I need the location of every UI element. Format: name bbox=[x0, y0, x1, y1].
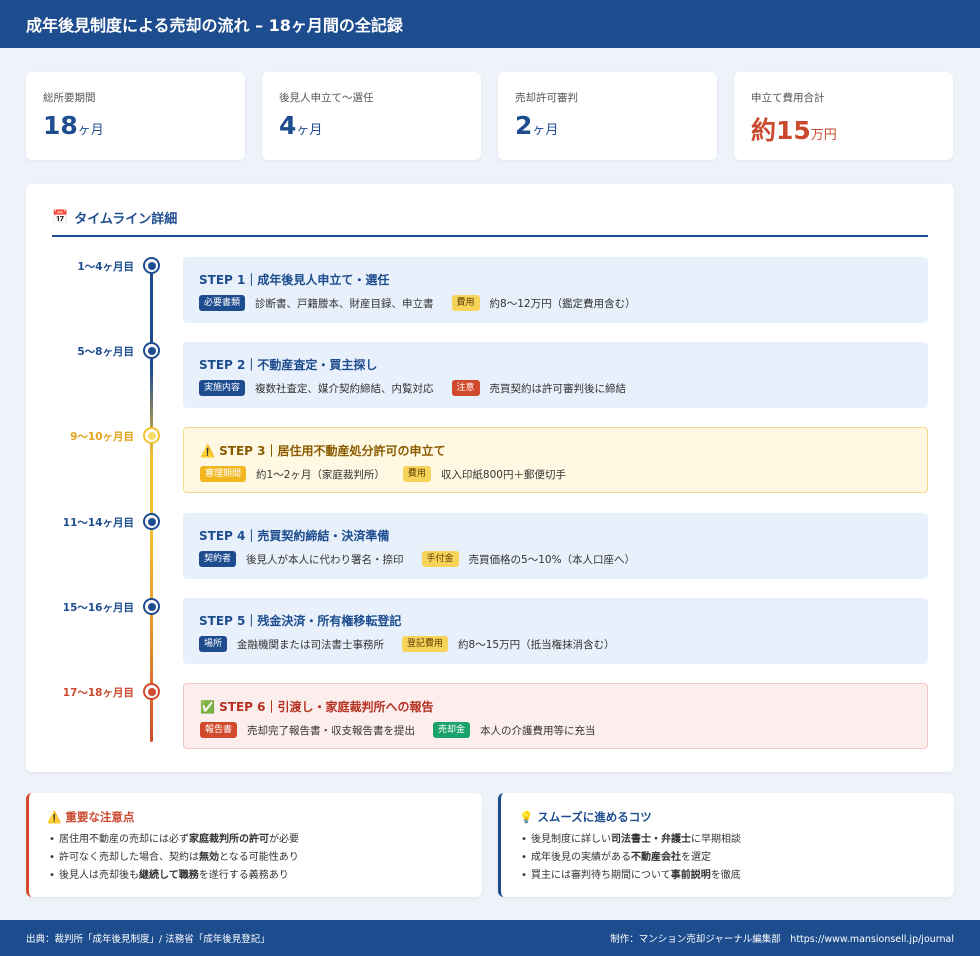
step-title: ✅ STEP 6｜引渡し・家庭裁判所への報告 bbox=[200, 700, 434, 714]
step-text: 売却完了報告書・収支報告書を提出 bbox=[247, 724, 416, 737]
timeline-dot bbox=[143, 513, 160, 530]
footer-credit: 制作：マンション売却ジャーナル編集部 https://www.mansionse… bbox=[610, 934, 954, 945]
stat-label: 総所要期間 bbox=[43, 92, 96, 104]
step-tag: 実施内容 bbox=[199, 380, 246, 396]
stat-number: 2 bbox=[515, 111, 533, 140]
tips-card: 💡 スムーズに進めるコツ 後見制度に詳しい司法書士・弁護士に早期相談 成年後見の… bbox=[498, 793, 954, 897]
timeline-dot bbox=[143, 683, 160, 700]
stat-unit: 万円 bbox=[810, 128, 837, 143]
tips-list: 後見制度に詳しい司法書士・弁護士に早期相談 成年後見の実績がある不動産会社を選定… bbox=[519, 831, 936, 885]
step-card-2: STEP 2｜不動産査定・買主探し 実施内容 複数社査定、媒介契約締結、内覧対応… bbox=[183, 342, 928, 408]
step-tag: 場所 bbox=[199, 636, 228, 652]
step-tag: 費用 bbox=[402, 466, 431, 482]
step-text: 診断書、戸籍謄本、財産目録、申立書 bbox=[255, 297, 434, 310]
stat-value: 4ヶ月 bbox=[279, 111, 464, 140]
step-tag: 登記費用 bbox=[402, 636, 449, 652]
stat-card-appointment: 後見人申立て〜選任 4ヶ月 bbox=[262, 72, 481, 160]
step-tag: 審理期間 bbox=[200, 466, 247, 482]
caution-title: ⚠️ 重要な注意点 bbox=[47, 810, 135, 824]
list-item: 許可なく売却した場合、契約は無効となる可能性あり bbox=[47, 849, 464, 867]
stat-label: 申立て費用合計 bbox=[751, 92, 825, 104]
page-title: 成年後見制度による売却の流れ – 18ヶ月間の全記録 bbox=[26, 16, 403, 35]
step-text: 売買価格の5〜10%（本人口座へ） bbox=[468, 553, 636, 566]
step-text: 金融機関または司法書士事務所 bbox=[237, 638, 385, 651]
calendar-icon: 📅 bbox=[52, 210, 69, 225]
stat-value: 18ヶ月 bbox=[43, 111, 228, 140]
step-text: 売買契約は許可審判後に締結 bbox=[489, 382, 627, 395]
list-item: 成年後見の実績がある不動産会社を選定 bbox=[519, 849, 936, 867]
step-details: 契約者 後見人が本人に代わり署名・捺印 手付金 売買価格の5〜10%（本人口座へ… bbox=[199, 551, 912, 567]
page-footer: 出典：裁判所「成年後見制度」/ 法務省「成年後見登記」 制作：マンション売却ジャ… bbox=[0, 920, 980, 956]
step-card-5: STEP 5｜残金決済・所有権移転登記 場所 金融機関または司法書士事務所 登記… bbox=[183, 598, 928, 664]
timeline-period: 15〜16ヶ月目 bbox=[62, 602, 134, 614]
step-tag: 売却金 bbox=[433, 722, 471, 738]
step-title: STEP 1｜成年後見人申立て・選任 bbox=[199, 273, 390, 287]
list-item: 後見人は売却後も継続して職務を遂行する義務あり bbox=[47, 867, 464, 885]
step-card-4: STEP 4｜売買契約締結・決済準備 契約者 後見人が本人に代わり署名・捺印 手… bbox=[183, 513, 928, 579]
list-item: 買主には審判待ち期間について事前説明を徹底 bbox=[519, 867, 936, 885]
step-text: 複数社査定、媒介契約締結、内覧対応 bbox=[255, 382, 434, 395]
stat-unit: ヶ月 bbox=[296, 123, 323, 138]
timeline-heading: 📅 タイムライン詳細 bbox=[52, 208, 177, 227]
timeline-dot bbox=[143, 427, 160, 444]
list-item: 居住用不動産の売却には必ず家庭裁判所の許可が必要 bbox=[47, 831, 464, 849]
step-card-1: STEP 1｜成年後見人申立て・選任 必要書類 診断書、戸籍謄本、財産目録、申立… bbox=[183, 257, 928, 323]
step-tag: 費用 bbox=[451, 295, 480, 311]
step-title: STEP 5｜残金決済・所有権移転登記 bbox=[199, 614, 402, 628]
page-header: 成年後見制度による売却の流れ – 18ヶ月間の全記録 bbox=[0, 0, 980, 48]
list-item: 後見制度に詳しい司法書士・弁護士に早期相談 bbox=[519, 831, 936, 849]
step-text: 後見人が本人に代わり署名・捺印 bbox=[246, 553, 404, 566]
timeline-period: 17〜18ヶ月目 bbox=[62, 687, 134, 699]
timeline-panel: 📅 タイムライン詳細 1〜4ヶ月目 STEP 1｜成年後見人申立て・選任 必要書… bbox=[26, 184, 954, 772]
timeline-title: タイムライン詳細 bbox=[74, 212, 178, 227]
step-text: 約8〜12万円（鑑定費用含む） bbox=[489, 297, 636, 310]
step-title: STEP 4｜売買契約締結・決済準備 bbox=[199, 529, 390, 543]
step-tag: 必要書類 bbox=[199, 295, 246, 311]
stat-card-permission: 売却許可審判 2ヶ月 bbox=[498, 72, 717, 160]
timeline-dot bbox=[143, 342, 160, 359]
caution-card: ⚠️ 重要な注意点 居住用不動産の売却には必ず家庭裁判所の許可が必要 許可なく売… bbox=[26, 793, 482, 897]
timeline-period: 5〜8ヶ月目 bbox=[77, 346, 134, 358]
step-text: 本人の介護費用等に充当 bbox=[480, 724, 596, 737]
step-details: 場所 金融機関または司法書士事務所 登記費用 約8〜15万円（抵当権抹消含む） bbox=[199, 636, 912, 652]
stat-label: 売却許可審判 bbox=[515, 92, 578, 104]
timeline-period: 11〜14ヶ月目 bbox=[62, 517, 134, 529]
stat-number: 約15 bbox=[751, 116, 811, 145]
step-text: 収入印紙800円＋郵便切手 bbox=[440, 468, 566, 481]
tips-title: 💡 スムーズに進めるコツ bbox=[519, 810, 652, 824]
stat-card-total-period: 総所要期間 18ヶ月 bbox=[26, 72, 245, 160]
step-details: 報告書 売却完了報告書・収支報告書を提出 売却金 本人の介護費用等に充当 bbox=[200, 722, 911, 738]
step-title: STEP 2｜不動産査定・買主探し bbox=[199, 358, 378, 372]
stat-card-total-cost: 申立て費用合計 約15万円 bbox=[734, 72, 953, 160]
timeline-track bbox=[150, 266, 153, 742]
step-card-6: ✅ STEP 6｜引渡し・家庭裁判所への報告 報告書 売却完了報告書・収支報告書… bbox=[183, 683, 928, 749]
step-details: 必要書類 診断書、戸籍謄本、財産目録、申立書 費用 約8〜12万円（鑑定費用含む… bbox=[199, 295, 912, 311]
step-details: 実施内容 複数社査定、媒介契約締結、内覧対応 注意 売買契約は許可審判後に締結 bbox=[199, 380, 912, 396]
step-tag: 手付金 bbox=[421, 551, 459, 567]
stat-value: 約15万円 bbox=[751, 111, 936, 147]
caution-list: 居住用不動産の売却には必ず家庭裁判所の許可が必要 許可なく売却した場合、契約は無… bbox=[47, 831, 464, 885]
step-details: 審理期間 約1〜2ヶ月（家庭裁判所） 費用 収入印紙800円＋郵便切手 bbox=[200, 466, 911, 482]
stat-unit: ヶ月 bbox=[77, 123, 104, 138]
footer-source: 出典：裁判所「成年後見制度」/ 法務省「成年後見登記」 bbox=[26, 934, 270, 945]
timeline-dot bbox=[143, 257, 160, 274]
stat-label: 後見人申立て〜選任 bbox=[279, 92, 374, 104]
timeline-dot bbox=[143, 598, 160, 615]
timeline-period: 1〜4ヶ月目 bbox=[77, 261, 134, 273]
stat-unit: ヶ月 bbox=[532, 123, 559, 138]
stat-value: 2ヶ月 bbox=[515, 111, 700, 140]
step-tag: 報告書 bbox=[200, 722, 238, 738]
step-text: 約8〜15万円（抵当権抹消含む） bbox=[458, 638, 615, 651]
step-text: 約1〜2ヶ月（家庭裁判所） bbox=[256, 468, 385, 481]
step-title: ⚠️ STEP 3｜居住用不動産処分許可の申立て bbox=[200, 444, 446, 458]
timeline-period: 9〜10ヶ月目 bbox=[70, 431, 134, 443]
stat-number: 4 bbox=[279, 111, 297, 140]
stat-number: 18 bbox=[43, 111, 78, 140]
timeline-divider bbox=[52, 235, 928, 237]
step-tag: 契約者 bbox=[199, 551, 237, 567]
step-tag: 注意 bbox=[451, 380, 480, 396]
step-card-3: ⚠️ STEP 3｜居住用不動産処分許可の申立て 審理期間 約1〜2ヶ月（家庭裁… bbox=[183, 427, 928, 493]
